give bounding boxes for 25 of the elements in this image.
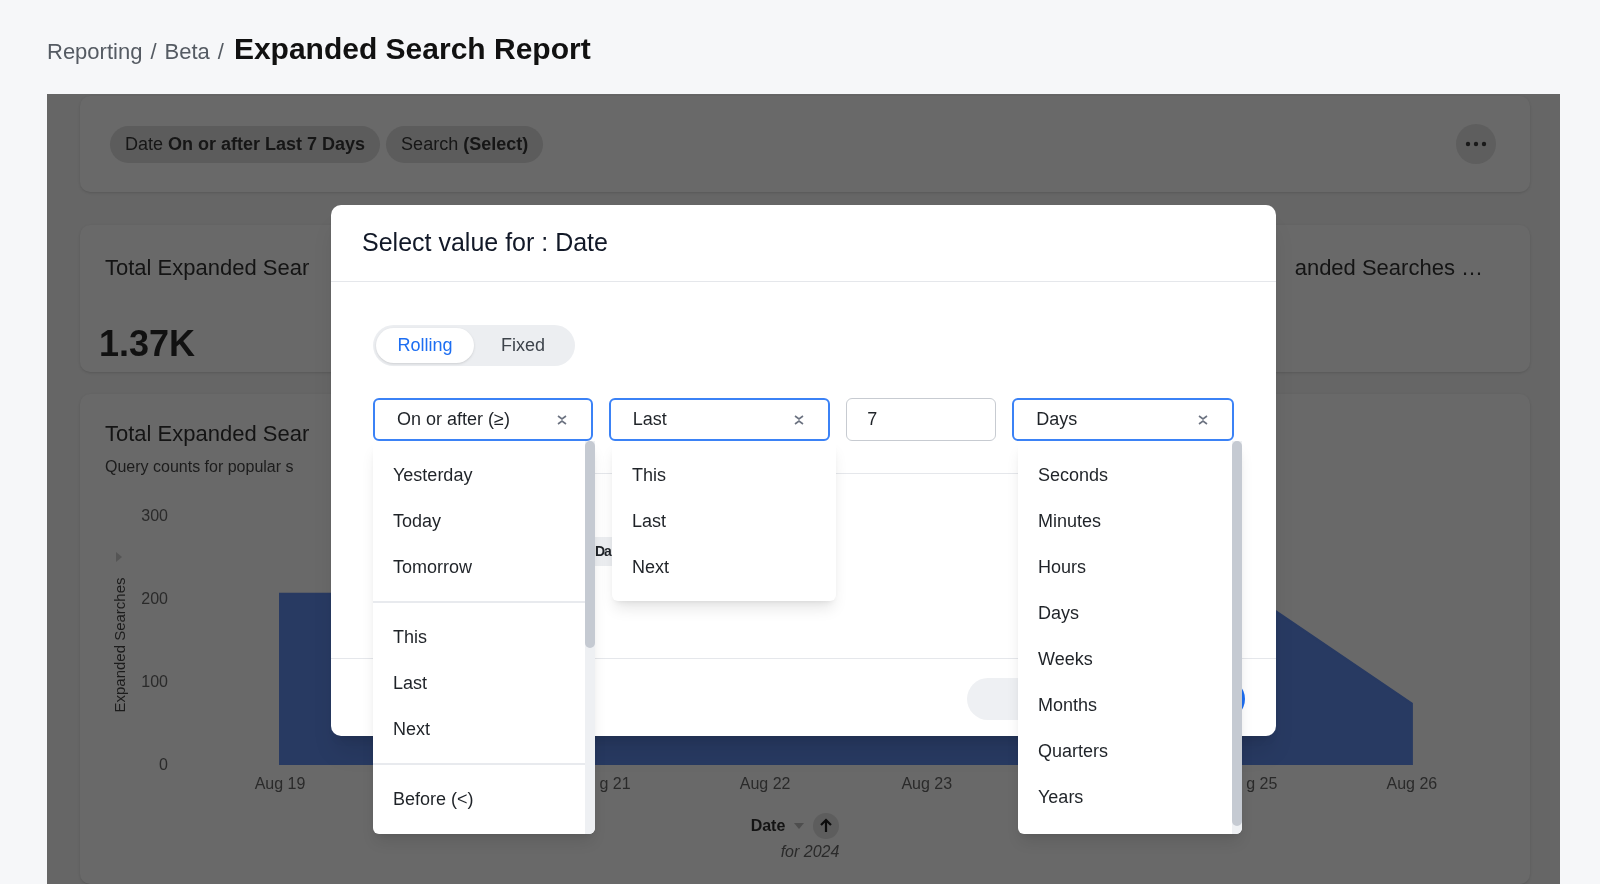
select-value: On or after (≥) bbox=[397, 408, 510, 431]
x-tick-label: g 21 bbox=[599, 775, 631, 792]
x-tick-label: Aug 19 bbox=[254, 775, 306, 792]
x-axis-title: Date bbox=[750, 816, 786, 836]
kpi-title: anded Searches … bbox=[1294, 254, 1483, 282]
y-tick-label: 100 bbox=[141, 673, 168, 690]
kpi-value: 1.37K bbox=[99, 324, 196, 364]
x-tick-label: Aug 26 bbox=[1386, 775, 1438, 792]
x-tick-label: Aug 22 bbox=[739, 775, 791, 792]
y-tick-label: 0 bbox=[159, 756, 168, 773]
select-value: Last bbox=[632, 408, 667, 431]
y-tick-label: 200 bbox=[141, 590, 168, 607]
chart-title: Total Expanded Sear bbox=[105, 420, 310, 448]
kpi-title: Total Expanded Sear bbox=[105, 254, 310, 282]
x-tick-label: g 25 bbox=[1246, 775, 1278, 792]
breadcrumb-separator: / bbox=[217, 38, 224, 66]
page-title: Expanded Search Report bbox=[233, 31, 591, 67]
x-tick-label: Aug 23 bbox=[901, 775, 953, 792]
breadcrumb-separator: / bbox=[150, 38, 157, 66]
chart-caption: for 2024 bbox=[779, 842, 841, 862]
y-tick-label: 300 bbox=[141, 507, 168, 524]
chart-subtitle: Query counts for popular s bbox=[105, 457, 294, 477]
dialog-title: Select value for : Date bbox=[362, 227, 609, 258]
select-value: Days bbox=[1036, 408, 1078, 431]
y-axis-title: Expanded Searches bbox=[111, 577, 128, 713]
